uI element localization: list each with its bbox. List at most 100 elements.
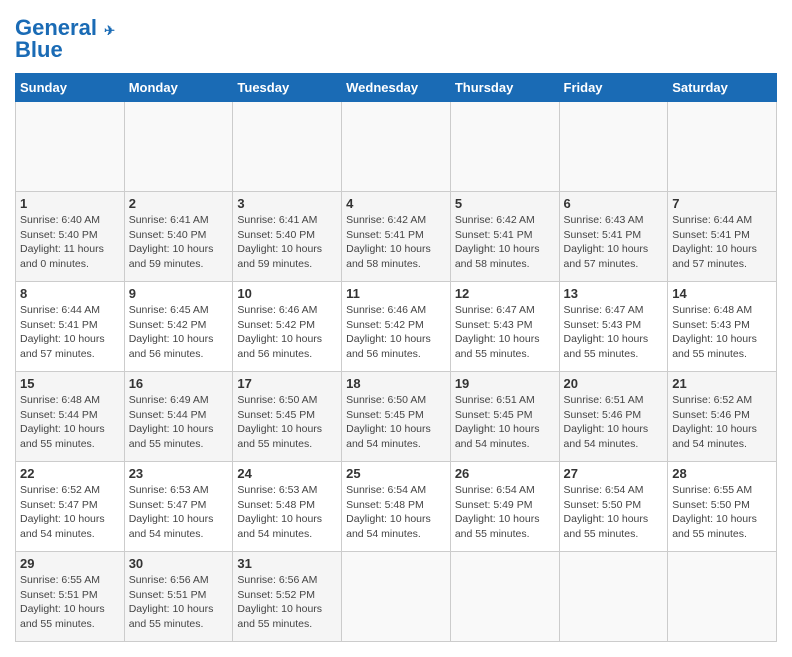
day-header-thursday: Thursday bbox=[450, 74, 559, 102]
day-info: Sunrise: 6:52 AMSunset: 5:47 PMDaylight:… bbox=[20, 483, 120, 542]
day-header-wednesday: Wednesday bbox=[342, 74, 451, 102]
calendar-week-row: 8Sunrise: 6:44 AMSunset: 5:41 PMDaylight… bbox=[16, 282, 777, 372]
day-info: Sunrise: 6:47 AMSunset: 5:43 PMDaylight:… bbox=[564, 303, 664, 362]
day-number: 14 bbox=[672, 286, 772, 301]
day-number: 20 bbox=[564, 376, 664, 391]
calendar-cell: 8Sunrise: 6:44 AMSunset: 5:41 PMDaylight… bbox=[16, 282, 125, 372]
day-info: Sunrise: 6:43 AMSunset: 5:41 PMDaylight:… bbox=[564, 213, 664, 272]
calendar-cell: 24 Sunrise: 6:53 AMSunset: 5:48 PMDayligh… bbox=[233, 462, 342, 552]
day-number: 30 bbox=[129, 556, 229, 571]
calendar-cell bbox=[16, 102, 125, 192]
calendar-table: SundayMondayTuesdayWednesdayThursdayFrid… bbox=[15, 73, 777, 642]
day-info: Sunrise: 6:51 AMSunset: 5:45 PMDaylight:… bbox=[455, 393, 555, 452]
day-info: Sunrise: 6:41 AMSunset: 5:40 PMDaylight:… bbox=[129, 213, 229, 272]
day-number: 9 bbox=[129, 286, 229, 301]
calendar-cell bbox=[342, 102, 451, 192]
day-number: 15 bbox=[20, 376, 120, 391]
calendar-cell bbox=[233, 102, 342, 192]
calendar-cell: 31Sunrise: 6:56 AMSunset: 5:52 PMDayligh… bbox=[233, 552, 342, 642]
day-number: 29 bbox=[20, 556, 120, 571]
calendar-cell: 20 Sunrise: 6:51 AMSunset: 5:46 PMDayligh… bbox=[559, 372, 668, 462]
day-info: Sunrise: 6:48 AMSunset: 5:43 PMDaylight:… bbox=[672, 303, 772, 362]
calendar-cell: 16 Sunrise: 6:49 AMSunset: 5:44 PMDayligh… bbox=[124, 372, 233, 462]
day-info: Sunrise: 6:40 AMSunset: 5:40 PMDaylight:… bbox=[20, 213, 120, 272]
day-number: 4 bbox=[346, 196, 446, 211]
calendar-cell: 28Sunrise: 6:55 AMSunset: 5:50 PMDayligh… bbox=[668, 462, 777, 552]
day-info: Sunrise: 6:46 AMSunset: 5:42 PMDaylight:… bbox=[346, 303, 446, 362]
day-number: 5 bbox=[455, 196, 555, 211]
day-info: Sunrise: 6:56 AMSunset: 5:52 PMDaylight:… bbox=[237, 573, 337, 632]
calendar-cell bbox=[668, 102, 777, 192]
day-info: Sunrise: 6:54 AMSunset: 5:50 PMDaylight:… bbox=[564, 483, 664, 542]
calendar-cell: 27 Sunrise: 6:54 AMSunset: 5:50 PMDayligh… bbox=[559, 462, 668, 552]
day-number: 10 bbox=[237, 286, 337, 301]
calendar-header-row: SundayMondayTuesdayWednesdayThursdayFrid… bbox=[16, 74, 777, 102]
day-number: 24 bbox=[237, 466, 337, 481]
calendar-cell: 30Sunrise: 6:56 AMSunset: 5:51 PMDayligh… bbox=[124, 552, 233, 642]
calendar-cell: 4 Sunrise: 6:42 AMSunset: 5:41 PMDaylight… bbox=[342, 192, 451, 282]
calendar-cell bbox=[668, 552, 777, 642]
day-info: Sunrise: 6:49 AMSunset: 5:44 PMDaylight:… bbox=[129, 393, 229, 452]
day-info: Sunrise: 6:48 AMSunset: 5:44 PMDaylight:… bbox=[20, 393, 120, 452]
day-info: Sunrise: 6:55 AMSunset: 5:51 PMDaylight:… bbox=[20, 573, 120, 632]
calendar-cell: 25 Sunrise: 6:54 AMSunset: 5:48 PMDayligh… bbox=[342, 462, 451, 552]
day-header-monday: Monday bbox=[124, 74, 233, 102]
day-number: 27 bbox=[564, 466, 664, 481]
day-info: Sunrise: 6:44 AMSunset: 5:41 PMDaylight:… bbox=[672, 213, 772, 272]
day-info: Sunrise: 6:45 AMSunset: 5:42 PMDaylight:… bbox=[129, 303, 229, 362]
day-header-tuesday: Tuesday bbox=[233, 74, 342, 102]
day-info: Sunrise: 6:51 AMSunset: 5:46 PMDaylight:… bbox=[564, 393, 664, 452]
day-info: Sunrise: 6:52 AMSunset: 5:46 PMDaylight:… bbox=[672, 393, 772, 452]
day-header-friday: Friday bbox=[559, 74, 668, 102]
day-info: Sunrise: 6:42 AMSunset: 5:41 PMDaylight:… bbox=[455, 213, 555, 272]
day-number: 12 bbox=[455, 286, 555, 301]
calendar-cell: 22 Sunrise: 6:52 AMSunset: 5:47 PMDayligh… bbox=[16, 462, 125, 552]
calendar-week-row bbox=[16, 102, 777, 192]
day-info: Sunrise: 6:47 AMSunset: 5:43 PMDaylight:… bbox=[455, 303, 555, 362]
calendar-cell: 14 Sunrise: 6:48 AMSunset: 5:43 PMDayligh… bbox=[668, 282, 777, 372]
day-number: 23 bbox=[129, 466, 229, 481]
day-info: Sunrise: 6:42 AMSunset: 5:41 PMDaylight:… bbox=[346, 213, 446, 272]
day-number: 19 bbox=[455, 376, 555, 391]
calendar-cell: 21 Sunrise: 6:52 AMSunset: 5:46 PMDayligh… bbox=[668, 372, 777, 462]
day-info: Sunrise: 6:53 AMSunset: 5:47 PMDaylight:… bbox=[129, 483, 229, 542]
day-number: 26 bbox=[455, 466, 555, 481]
day-info: Sunrise: 6:54 AMSunset: 5:49 PMDaylight:… bbox=[455, 483, 555, 542]
day-info: Sunrise: 6:44 AMSunset: 5:41 PMDaylight:… bbox=[20, 303, 120, 362]
calendar-cell: 9 Sunrise: 6:45 AMSunset: 5:42 PMDaylight… bbox=[124, 282, 233, 372]
calendar-cell: 2Sunrise: 6:41 AMSunset: 5:40 PMDaylight… bbox=[124, 192, 233, 282]
day-info: Sunrise: 6:46 AMSunset: 5:42 PMDaylight:… bbox=[237, 303, 337, 362]
calendar-cell bbox=[450, 102, 559, 192]
day-number: 13 bbox=[564, 286, 664, 301]
day-number: 21 bbox=[672, 376, 772, 391]
calendar-cell: 1 Sunrise: 6:40 AMSunset: 5:40 PMDaylight… bbox=[16, 192, 125, 282]
calendar-cell: 10 Sunrise: 6:46 AMSunset: 5:42 PMDayligh… bbox=[233, 282, 342, 372]
logo: General ✈ Blue bbox=[15, 15, 115, 63]
calendar-cell: 29 Sunrise: 6:55 AMSunset: 5:51 PMDayligh… bbox=[16, 552, 125, 642]
header: General ✈ Blue bbox=[15, 15, 777, 63]
day-number: 28 bbox=[672, 466, 772, 481]
day-info: Sunrise: 6:41 AMSunset: 5:40 PMDaylight:… bbox=[237, 213, 337, 272]
day-number: 18 bbox=[346, 376, 446, 391]
day-number: 7 bbox=[672, 196, 772, 211]
day-info: Sunrise: 6:50 AMSunset: 5:45 PMDaylight:… bbox=[346, 393, 446, 452]
calendar-cell: 11 Sunrise: 6:46 AMSunset: 5:42 PMDayligh… bbox=[342, 282, 451, 372]
calendar-week-row: 15 Sunrise: 6:48 AMSunset: 5:44 PMDayligh… bbox=[16, 372, 777, 462]
day-number: 25 bbox=[346, 466, 446, 481]
calendar-cell: 15 Sunrise: 6:48 AMSunset: 5:44 PMDayligh… bbox=[16, 372, 125, 462]
calendar-cell: 26 Sunrise: 6:54 AMSunset: 5:49 PMDayligh… bbox=[450, 462, 559, 552]
calendar-cell: 17Sunrise: 6:50 AMSunset: 5:45 PMDayligh… bbox=[233, 372, 342, 462]
calendar-cell: 19 Sunrise: 6:51 AMSunset: 5:45 PMDayligh… bbox=[450, 372, 559, 462]
day-info: Sunrise: 6:50 AMSunset: 5:45 PMDaylight:… bbox=[237, 393, 337, 452]
calendar-cell: 18 Sunrise: 6:50 AMSunset: 5:45 PMDayligh… bbox=[342, 372, 451, 462]
calendar-cell bbox=[124, 102, 233, 192]
day-number: 1 bbox=[20, 196, 120, 211]
calendar-cell: 13 Sunrise: 6:47 AMSunset: 5:43 PMDayligh… bbox=[559, 282, 668, 372]
calendar-week-row: 1 Sunrise: 6:40 AMSunset: 5:40 PMDaylight… bbox=[16, 192, 777, 282]
day-info: Sunrise: 6:54 AMSunset: 5:48 PMDaylight:… bbox=[346, 483, 446, 542]
day-number: 22 bbox=[20, 466, 120, 481]
calendar-cell: 6Sunrise: 6:43 AMSunset: 5:41 PMDaylight… bbox=[559, 192, 668, 282]
day-number: 11 bbox=[346, 286, 446, 301]
day-info: Sunrise: 6:53 AMSunset: 5:48 PMDaylight:… bbox=[237, 483, 337, 542]
day-number: 16 bbox=[129, 376, 229, 391]
